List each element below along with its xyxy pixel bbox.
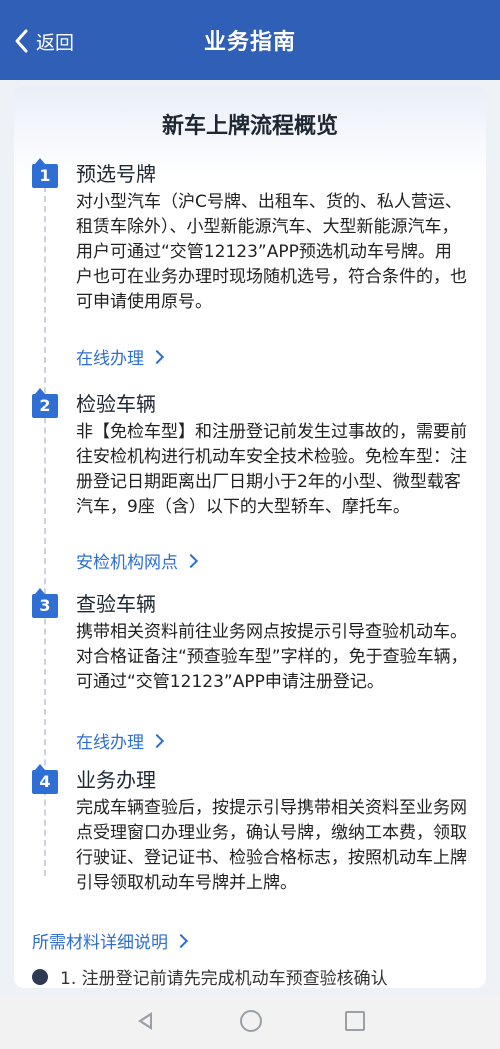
online-handle-link[interactable]: 在线办理	[76, 344, 165, 369]
page-title: 业务指南	[203, 30, 296, 55]
nav-home-icon[interactable]	[240, 1010, 262, 1032]
step-number-badge: 1	[32, 158, 58, 188]
step-description: 完成车辆查验后，按提示引导携带相关资料至业务网点受理窗口办理业务，确认号牌，缴纳…	[76, 798, 467, 893]
system-nav-bar	[0, 996, 500, 1049]
inspection-station-link[interactable]: 安检机构网点	[76, 548, 199, 573]
link-label: 在线办理	[76, 349, 144, 369]
step-number-badge: 3	[32, 588, 58, 618]
chevron-right-icon	[149, 733, 165, 748]
step-number-badge: 4	[32, 764, 58, 794]
info-dot-icon	[32, 968, 48, 985]
chevron-right-icon	[149, 349, 165, 364]
app-header: 返回 业务指南	[0, 0, 500, 80]
step-title: 查验车辆	[76, 592, 156, 616]
notice-text: 1. 注册登记前请先完成机动车预查验核确认	[60, 969, 388, 988]
step-title: 业务办理	[76, 768, 156, 792]
link-label: 在线办理	[76, 733, 144, 753]
link-label: 安检机构网点	[76, 553, 178, 573]
card-title: 新车上牌流程概览	[161, 114, 338, 139]
step-title: 检验车辆	[76, 392, 156, 416]
chevron-right-icon	[173, 933, 189, 948]
step-description: 非【免检车型】和注册登记前发生过事故的，需要前往安检机构进行机动车安全技术检验。…	[76, 422, 467, 517]
step-description: 携带相关资料前往业务网点按提示引导查验机动车。对合格证备注“预查验车型”字样的，…	[76, 622, 468, 692]
step-description: 对小型汽车（沪C号牌、出租车、货的、私人营运、租赁车除外）、小型新能源汽车、大型…	[76, 192, 467, 312]
notice-item: 1. 注册登记前请先完成机动车预查验核确认	[32, 964, 388, 988]
materials-detail-link[interactable]: 所需材料详细说明	[32, 928, 189, 953]
online-handle-link[interactable]: 在线办理	[76, 728, 165, 753]
nav-recent-apps-icon[interactable]	[345, 1011, 365, 1031]
nav-back-icon[interactable]	[138, 1012, 152, 1030]
step-title: 预选号牌	[76, 162, 156, 186]
step-number-badge: 2	[32, 388, 58, 418]
chevron-right-icon	[183, 553, 199, 568]
link-label: 所需材料详细说明	[32, 933, 168, 953]
guide-card: 新车上牌流程概览 1 预选号牌 对小型汽车（沪C号牌、出租车、货的、私人营运、租…	[14, 86, 486, 988]
